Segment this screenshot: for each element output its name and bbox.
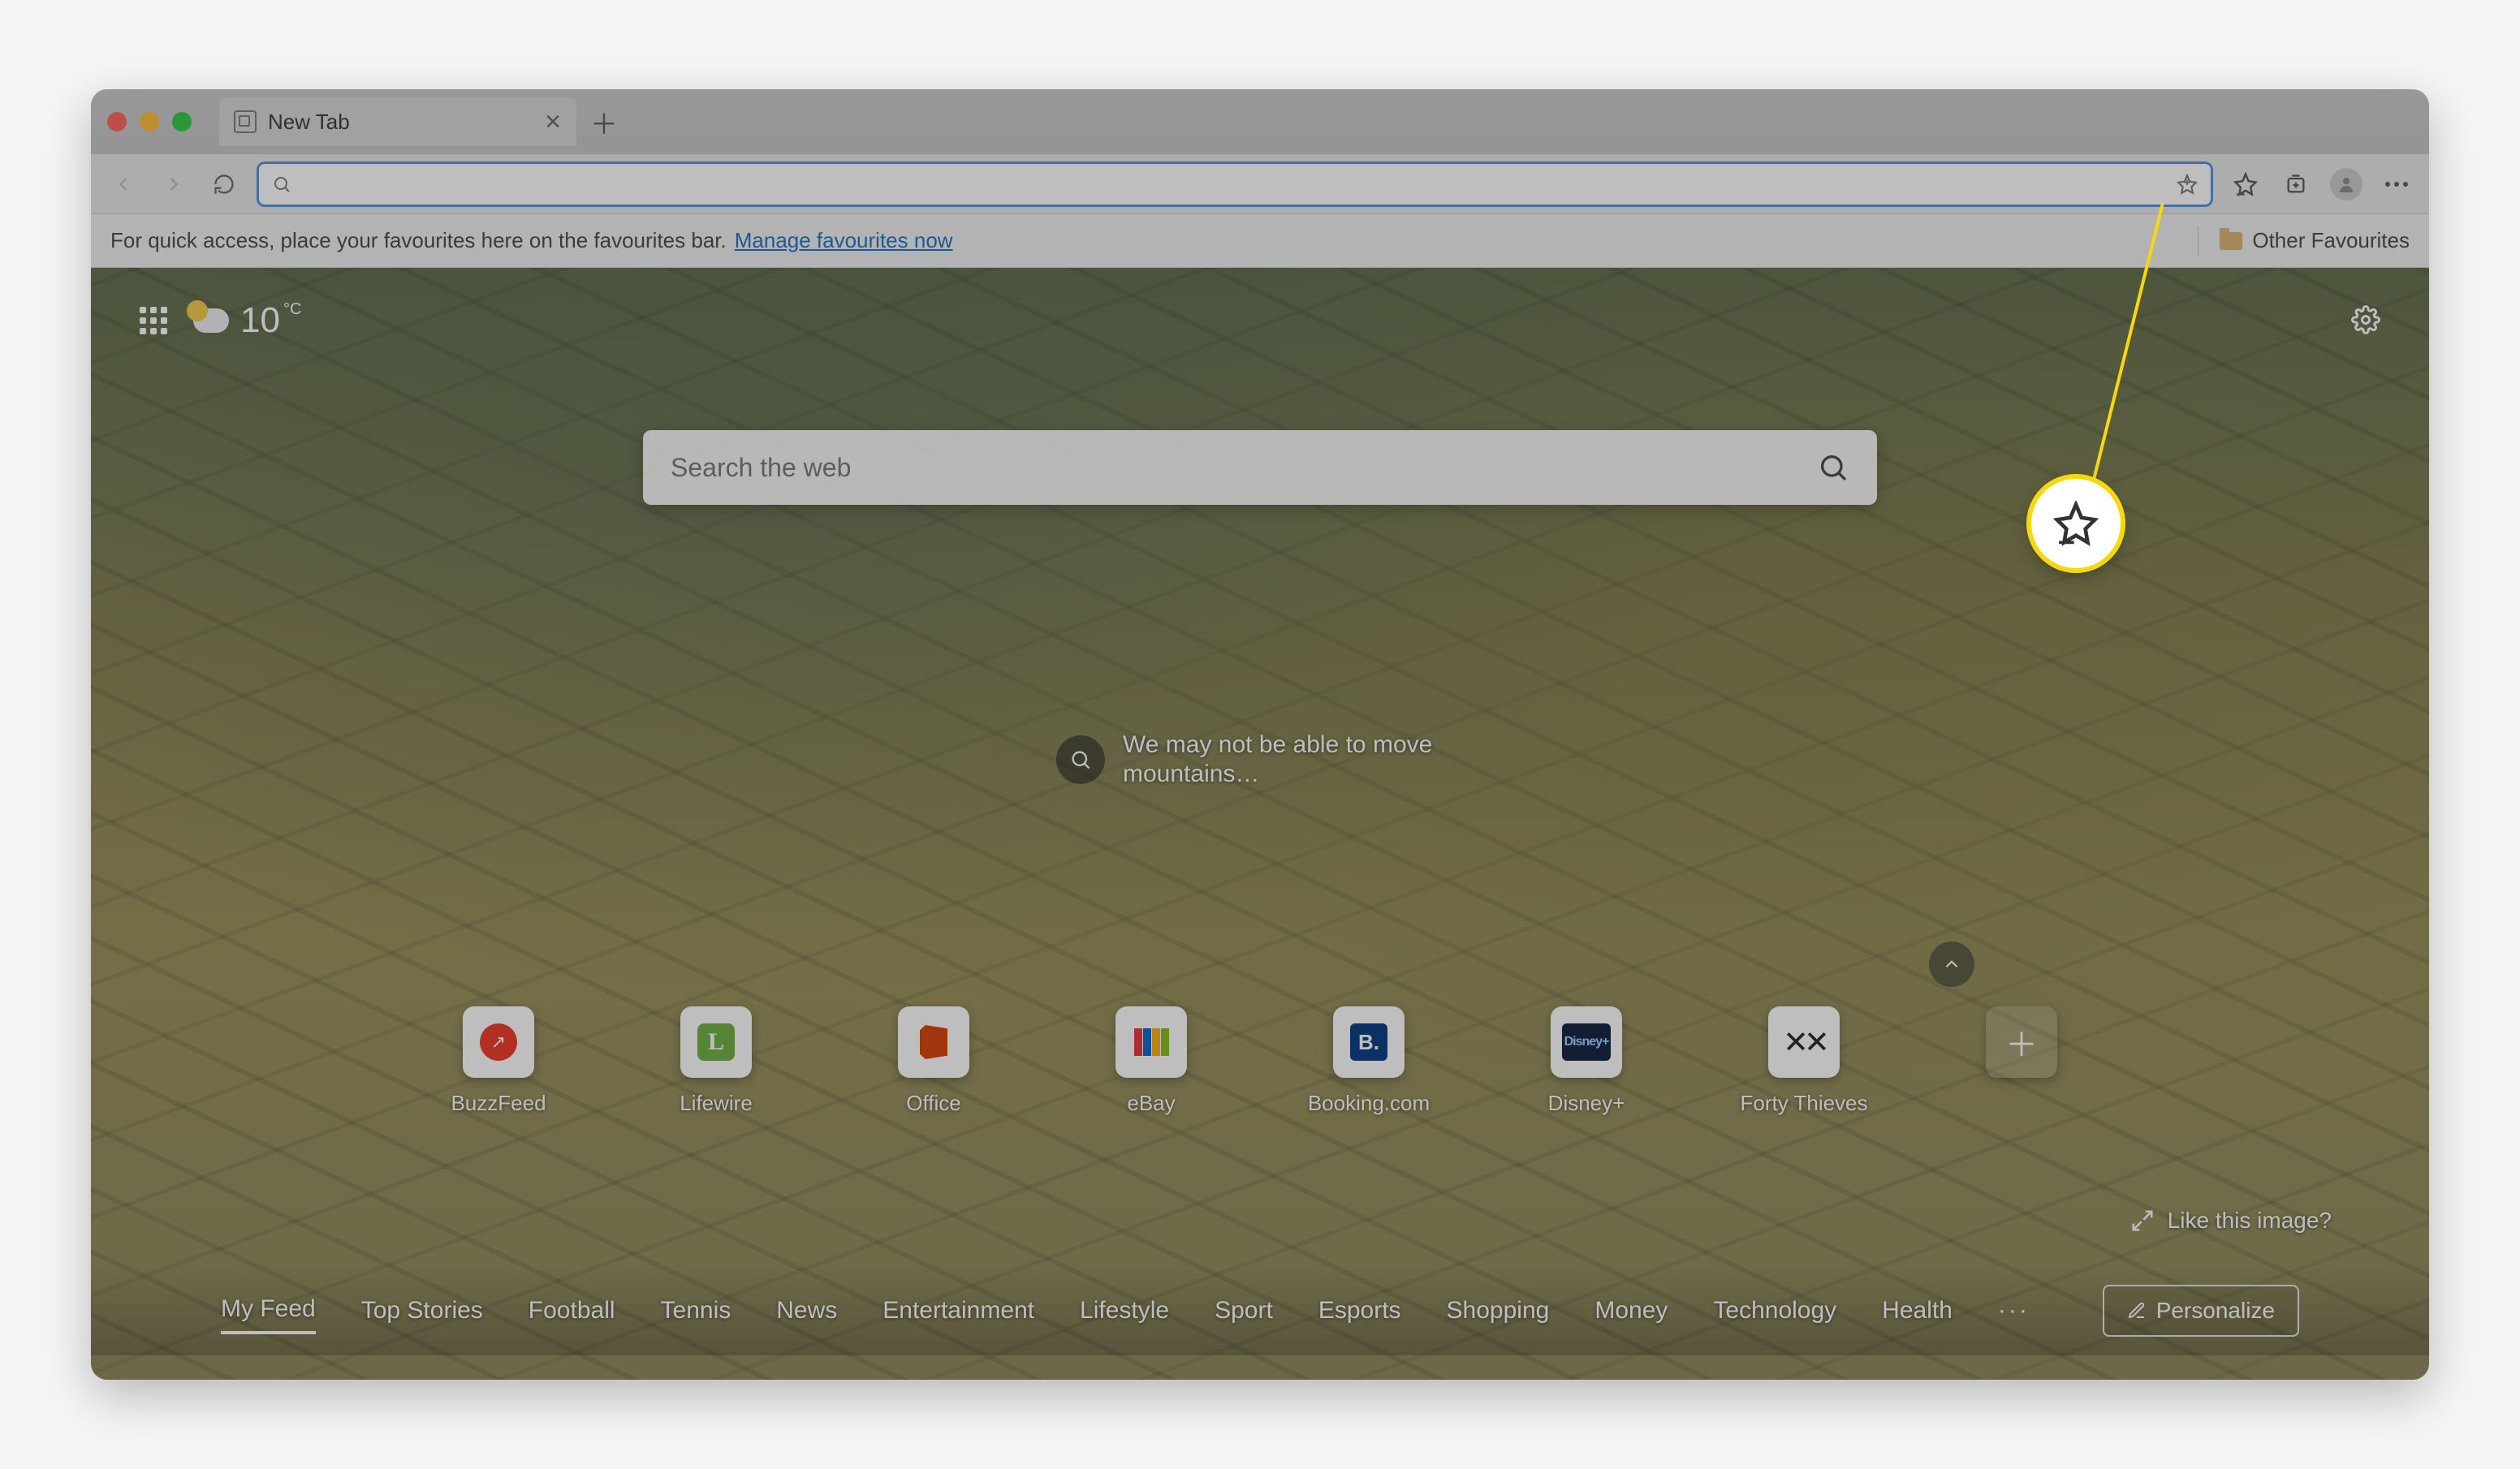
feed-tab-news[interactable]: News bbox=[776, 1289, 837, 1333]
manage-favourites-link[interactable]: Manage favourites now bbox=[735, 228, 953, 253]
collapse-tiles-button[interactable] bbox=[1929, 941, 1974, 987]
new-tab-content: 10°C We may not be able to move mountain… bbox=[91, 268, 2429, 1380]
feed-tab-my-feed[interactable]: My Feed bbox=[221, 1287, 316, 1334]
refresh-button[interactable] bbox=[206, 166, 242, 202]
image-search-icon bbox=[1056, 735, 1105, 784]
search-submit-button[interactable] bbox=[1817, 451, 1849, 484]
collections-button[interactable] bbox=[2278, 166, 2314, 202]
profile-button[interactable] bbox=[2328, 166, 2364, 202]
weather-widget[interactable]: 10°C bbox=[193, 300, 301, 341]
feed-tab-shopping[interactable]: Shopping bbox=[1447, 1289, 1550, 1333]
favourites-button[interactable] bbox=[2228, 166, 2263, 202]
browser-window: New Tab ✕ ＋ bbox=[91, 89, 2429, 1380]
forward-button[interactable] bbox=[156, 166, 192, 202]
expand-icon bbox=[2130, 1208, 2155, 1233]
minimize-window-button[interactable] bbox=[140, 112, 159, 131]
menu-button[interactable] bbox=[2379, 166, 2414, 202]
like-image-button[interactable]: Like this image? bbox=[2130, 1208, 2332, 1234]
quick-link-booking[interactable]: B. Booking.com bbox=[1331, 1006, 1406, 1116]
separator bbox=[2198, 226, 2199, 256]
address-input[interactable] bbox=[303, 171, 2165, 196]
tab-close-button[interactable]: ✕ bbox=[544, 110, 562, 135]
feed-more-button[interactable]: ··· bbox=[1998, 1297, 2030, 1325]
toolbar bbox=[91, 154, 2429, 214]
disney-icon: Disney+ bbox=[1562, 1023, 1611, 1061]
window-controls bbox=[107, 112, 192, 131]
plus-icon: ＋ bbox=[2005, 1019, 2038, 1066]
pencil-icon bbox=[2127, 1301, 2147, 1320]
new-tab-button[interactable]: ＋ bbox=[588, 106, 620, 138]
feed-tab-lifestyle[interactable]: Lifestyle bbox=[1080, 1289, 1169, 1333]
quick-link-ebay[interactable]: eBay bbox=[1114, 1006, 1189, 1116]
ebay-icon bbox=[1134, 1028, 1169, 1056]
web-search-input[interactable] bbox=[671, 453, 1801, 483]
quote-text: We may not be able to move mountains… bbox=[1123, 730, 1464, 789]
feed-tab-top-stories[interactable]: Top Stories bbox=[361, 1289, 483, 1333]
web-search-box[interactable] bbox=[643, 430, 1877, 505]
forty-thieves-icon: ✕✕ bbox=[1783, 1024, 1825, 1061]
search-icon bbox=[272, 174, 291, 194]
quick-link-buzzfeed[interactable]: ↗ BuzzFeed bbox=[461, 1006, 536, 1116]
bookmarks-bar: For quick access, place your favourites … bbox=[91, 214, 2429, 268]
address-bar[interactable] bbox=[257, 162, 2213, 207]
office-icon bbox=[920, 1025, 947, 1059]
quick-link-office[interactable]: Office bbox=[896, 1006, 971, 1116]
tab-title: New Tab bbox=[268, 110, 350, 135]
feed-tab-health[interactable]: Health bbox=[1882, 1289, 1953, 1333]
add-favourite-icon[interactable] bbox=[2177, 174, 2198, 195]
temperature: 10°C bbox=[240, 300, 301, 341]
feed-tab-money[interactable]: Money bbox=[1594, 1289, 1668, 1333]
tab-favicon-icon bbox=[234, 110, 257, 133]
app-launcher-button[interactable] bbox=[140, 307, 167, 334]
weather-icon bbox=[193, 308, 229, 333]
quick-link-disney[interactable]: Disney+ Disney+ bbox=[1549, 1006, 1624, 1116]
close-window-button[interactable] bbox=[107, 112, 127, 131]
page-settings-button[interactable] bbox=[2351, 305, 2380, 334]
feed-tab-entertainment[interactable]: Entertainment bbox=[882, 1289, 1034, 1333]
buzzfeed-icon: ↗ bbox=[480, 1023, 517, 1061]
folder-icon bbox=[2220, 232, 2242, 250]
more-icon bbox=[2385, 182, 2408, 187]
image-quote[interactable]: We may not be able to move mountains… bbox=[1056, 730, 1464, 789]
feed-tabs: My Feed Top Stories Football Tennis News… bbox=[91, 1266, 2429, 1355]
feed-tab-technology[interactable]: Technology bbox=[1713, 1289, 1836, 1333]
maximize-window-button[interactable] bbox=[172, 112, 192, 131]
add-quick-link-button[interactable]: ＋ bbox=[1984, 1006, 2059, 1116]
lifewire-icon: L bbox=[697, 1023, 735, 1061]
browser-tab[interactable]: New Tab ✕ bbox=[219, 97, 576, 146]
personalize-button[interactable]: Personalize bbox=[2103, 1285, 2299, 1337]
avatar-icon bbox=[2330, 168, 2362, 200]
quick-link-lifewire[interactable]: L Lifewire bbox=[679, 1006, 753, 1116]
quick-link-forty-thieves[interactable]: ✕✕ Forty Thieves bbox=[1767, 1006, 1841, 1116]
feed-tab-football[interactable]: Football bbox=[529, 1289, 615, 1333]
feed-tab-sport[interactable]: Sport bbox=[1215, 1289, 1273, 1333]
feed-tab-esports[interactable]: Esports bbox=[1318, 1289, 1401, 1333]
bookmarks-hint: For quick access, place your favourites … bbox=[110, 228, 727, 253]
booking-icon: B. bbox=[1350, 1023, 1387, 1061]
titlebar: New Tab ✕ ＋ bbox=[91, 89, 2429, 154]
quick-links: ↗ BuzzFeed L Lifewire Office eBay B. Boo… bbox=[461, 1006, 2059, 1116]
feed-tab-tennis[interactable]: Tennis bbox=[661, 1289, 731, 1333]
other-favourites-folder[interactable]: Other Favourites bbox=[2252, 228, 2410, 253]
back-button[interactable] bbox=[106, 166, 141, 202]
